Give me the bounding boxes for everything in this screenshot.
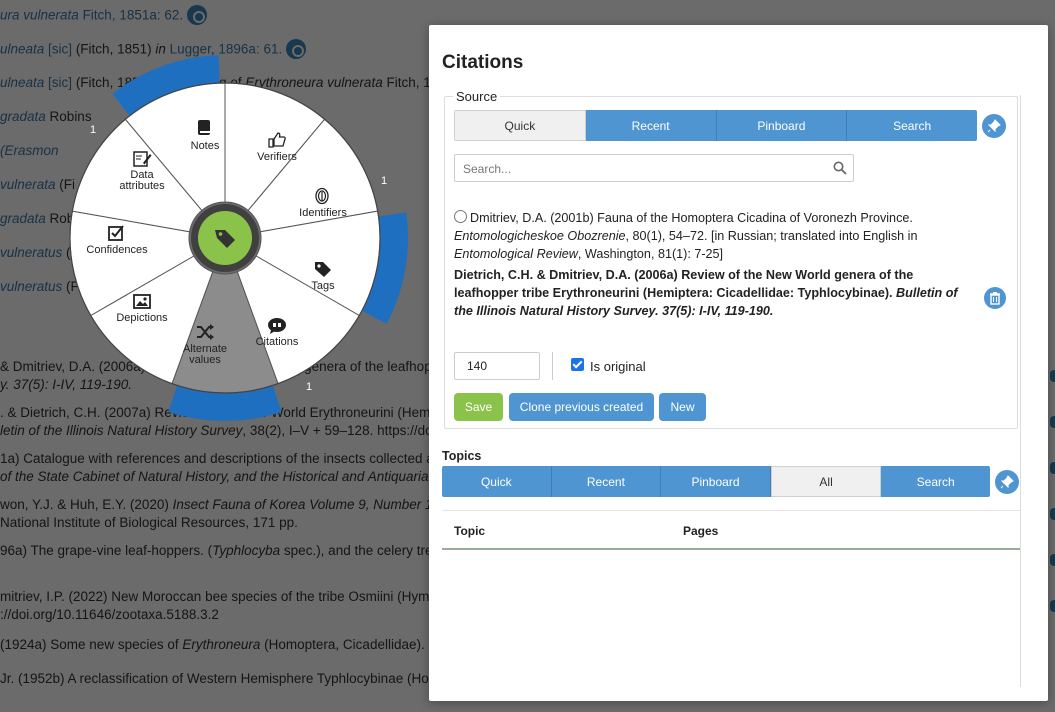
tab-recent[interactable]: Recent bbox=[551, 466, 662, 497]
citation-text: , 80(1), 54–72. [in Russian; translated … bbox=[625, 229, 918, 243]
citation-journal: Entomological Review bbox=[454, 247, 578, 261]
source-tab-bar: Quick Recent Pinboard Search bbox=[454, 110, 977, 141]
new-button[interactable]: New bbox=[659, 393, 706, 421]
citation-journal: Entomologicheskoe Obozrenie bbox=[454, 229, 626, 243]
sector-label-tags: Tags bbox=[311, 280, 335, 292]
thumbs-up-icon bbox=[268, 132, 286, 148]
tab-search[interactable]: Search bbox=[847, 110, 977, 141]
topics-title: Topics bbox=[442, 449, 482, 463]
tab-quick[interactable]: Quick bbox=[442, 466, 552, 497]
count-badge-citations: 1 bbox=[305, 381, 313, 393]
divider bbox=[552, 352, 553, 380]
trash-icon bbox=[990, 292, 1000, 305]
citation-text: Dietrich, C.H. & Dmitriev, D.A. (2006a) … bbox=[454, 268, 914, 300]
citation-text: , Washington, 81(1): 7-25] bbox=[577, 247, 724, 261]
fingerprint-icon bbox=[315, 187, 329, 205]
source-search-box bbox=[454, 154, 854, 182]
edit-icon bbox=[133, 151, 152, 167]
pages-input[interactable]: 140 bbox=[454, 352, 540, 380]
pin-icon bbox=[987, 119, 1001, 133]
count-badge-identifiers: 1 bbox=[380, 175, 388, 187]
tab-pinboard[interactable]: Pinboard bbox=[661, 466, 771, 497]
tab-all[interactable]: All bbox=[770, 466, 882, 497]
radial-center-button[interactable] bbox=[191, 204, 259, 272]
pin-icon bbox=[1000, 475, 1014, 489]
sector-label-alternate-values: Alternate values bbox=[182, 343, 228, 366]
tab-search[interactable]: Search bbox=[881, 466, 990, 497]
sector-label-verifiers: Verifiers bbox=[257, 151, 297, 163]
radial-annotator-menu: Notes Verifiers Identifiers Tags Citations Al… bbox=[0, 0, 450, 450]
tab-recent[interactable]: Recent bbox=[585, 110, 717, 141]
column-header-pages[interactable]: Pages bbox=[683, 524, 718, 538]
save-button[interactable]: Save bbox=[454, 393, 503, 421]
topics-pin-button[interactable] bbox=[995, 470, 1019, 494]
sector-label-depictions: Depictions bbox=[116, 312, 168, 324]
citation-radio[interactable] bbox=[454, 210, 467, 224]
image-icon bbox=[133, 294, 151, 309]
sector-label-identifiers: Identifiers bbox=[299, 207, 347, 219]
topics-table-header: Topic Pages bbox=[442, 510, 1020, 550]
sector-label-notes: Notes bbox=[190, 140, 220, 152]
citations-modal: Citations Source Quick Recent Pinboard Sear… bbox=[429, 25, 1048, 701]
sector-label-citations: Citations bbox=[255, 336, 299, 348]
modal-scrollbar[interactable] bbox=[1020, 95, 1021, 687]
topics-tab-bar: Quick Recent Pinboard All Search bbox=[442, 466, 990, 497]
book-icon bbox=[198, 120, 210, 135]
selected-citation: Dietrich, C.H. & Dmitriev, D.A. (2006a) … bbox=[454, 266, 979, 320]
citation-text: Dmitriev, D.A. (2001b) Fauna of the Homo… bbox=[470, 211, 913, 225]
source-legend: Source bbox=[456, 89, 498, 104]
citation-option[interactable]: Dmitriev, D.A. (2001b) Fauna of the Homo… bbox=[454, 209, 974, 263]
search-icon[interactable] bbox=[833, 161, 847, 175]
checkbox-icon bbox=[108, 225, 124, 241]
sector-label-confidences: Confidences bbox=[86, 244, 148, 256]
count-badge-data-attributes: 1 bbox=[89, 124, 97, 136]
modal-title: Citations bbox=[442, 52, 524, 73]
is-original-label: Is original bbox=[590, 359, 646, 374]
source-pin-button[interactable] bbox=[982, 114, 1006, 138]
clone-previous-button[interactable]: Clone previous created bbox=[509, 393, 654, 421]
column-header-topic[interactable]: Topic bbox=[454, 524, 485, 538]
tag-icon bbox=[215, 230, 235, 248]
quote-icon bbox=[268, 318, 286, 334]
is-original-checkbox[interactable] bbox=[571, 358, 584, 371]
remove-citation-button[interactable] bbox=[984, 287, 1006, 309]
shuffle-icon bbox=[197, 324, 214, 340]
source-search-input[interactable] bbox=[463, 160, 818, 177]
sector-label-data-attributes: Data attributes bbox=[119, 169, 165, 192]
tab-quick[interactable]: Quick bbox=[454, 110, 586, 141]
tab-pinboard[interactable]: Pinboard bbox=[716, 110, 848, 141]
tag-icon bbox=[315, 262, 331, 277]
